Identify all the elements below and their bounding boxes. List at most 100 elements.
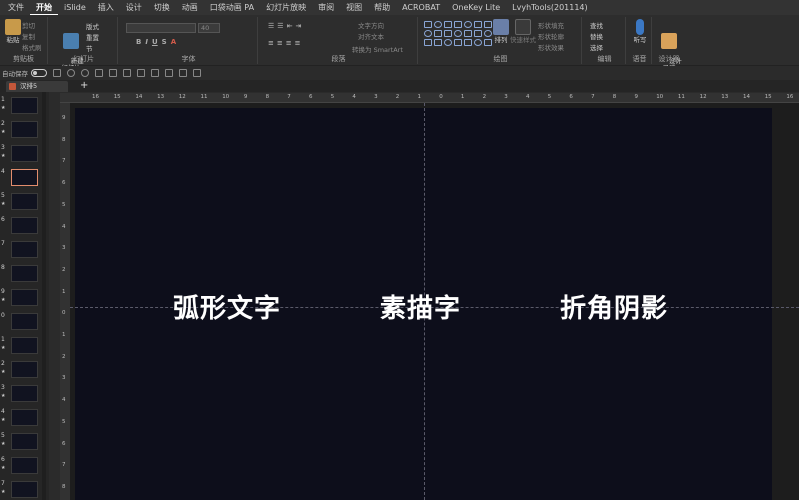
crop-icon[interactable] xyxy=(179,69,187,77)
font-format-row: B I U S A xyxy=(136,38,176,46)
animation-star-icon: ★ xyxy=(1,393,6,399)
replace-button[interactable]: 替换 xyxy=(590,31,603,41)
quick-styles-button[interactable]: 快速样式 xyxy=(510,19,536,44)
menu-tab[interactable]: 插入 xyxy=(92,0,120,15)
slide-thumbnail-image xyxy=(11,337,38,354)
ruler-label: 9 xyxy=(243,94,248,100)
align-left-icon[interactable]: ≡ xyxy=(268,39,274,47)
autosave-toggle[interactable] xyxy=(31,69,47,77)
shape-outline-button[interactable]: 形状轮廓 xyxy=(538,31,564,41)
reset-button[interactable]: 重置 xyxy=(86,32,99,42)
shape-item[interactable] xyxy=(474,30,482,37)
shape-item[interactable] xyxy=(444,39,452,46)
slide-text-folded-shadow[interactable]: 折角阴影 xyxy=(560,288,668,325)
redo-icon[interactable] xyxy=(81,69,89,77)
shape-item[interactable] xyxy=(454,30,462,37)
shape-item[interactable] xyxy=(454,21,462,28)
dictate-button[interactable]: 听写 xyxy=(627,19,653,44)
shape-item[interactable] xyxy=(464,39,472,46)
shape-effects-button[interactable]: 形状效果 xyxy=(538,42,564,52)
menu-tab[interactable]: 开始 xyxy=(30,1,58,15)
justify-icon[interactable]: ≡ xyxy=(295,39,301,47)
slide-text-sketch[interactable]: 素描字 xyxy=(380,288,461,325)
undo-icon[interactable] xyxy=(67,69,75,77)
slide-thumbnail-image xyxy=(11,145,38,162)
shape-item[interactable] xyxy=(474,21,482,28)
align-right-icon[interactable]: ≡ xyxy=(286,39,292,47)
menu-tab[interactable]: ACROBAT xyxy=(396,0,446,15)
save-icon[interactable] xyxy=(53,69,61,77)
menu-tab[interactable]: 口袋动画 PA xyxy=(204,0,260,15)
font-name-input[interactable] xyxy=(126,23,196,33)
menu-tab[interactable]: 动画 xyxy=(176,0,204,15)
menu-tab[interactable]: 审阅 xyxy=(312,0,340,15)
shape-item[interactable] xyxy=(434,21,442,28)
select-button[interactable]: 选择 xyxy=(590,42,603,52)
distribute-icon[interactable] xyxy=(165,69,173,77)
underline-button[interactable]: U xyxy=(152,38,158,46)
shape-fill-button[interactable]: 形状填充 xyxy=(538,20,564,30)
menu-tab[interactable]: LvyhTools(201114) xyxy=(506,0,593,15)
font-color-button[interactable]: A xyxy=(171,38,176,46)
menu-tab[interactable]: 帮助 xyxy=(368,0,396,15)
shape-item[interactable] xyxy=(424,21,432,28)
ruler-label: 8 xyxy=(62,136,66,143)
start-slideshow-icon[interactable] xyxy=(95,69,103,77)
customize-qat-icon[interactable] xyxy=(193,69,201,77)
text-direction-button[interactable]: 文字方向 xyxy=(358,20,384,30)
ruler-label: 4 xyxy=(526,94,530,100)
menu-tab[interactable]: iSlide xyxy=(58,0,92,15)
align-center-icon[interactable]: ≡ xyxy=(277,39,283,47)
shape-item[interactable] xyxy=(454,39,462,46)
decrease-indent-icon[interactable]: ⇤ xyxy=(287,22,293,30)
layout-button[interactable]: 版式 xyxy=(86,21,99,31)
shape-item[interactable] xyxy=(444,21,452,28)
increase-indent-icon[interactable]: ⇥ xyxy=(295,22,301,30)
shape-item[interactable] xyxy=(444,30,452,37)
copy-button[interactable]: 复制 xyxy=(22,31,35,41)
ruler-label: 14 xyxy=(135,94,143,100)
bullets-icon[interactable]: ☰ xyxy=(268,22,274,30)
align-text-button[interactable]: 对齐文本 xyxy=(358,31,384,41)
paragraph-group-title: 段落 xyxy=(331,55,346,63)
find-button[interactable]: 查找 xyxy=(590,20,603,30)
smartart-button[interactable]: 转换为 SmartArt xyxy=(352,44,403,54)
menu-tab[interactable]: 设计 xyxy=(120,0,148,15)
align-row: ≡ ≡ ≡ ≡ xyxy=(268,39,301,47)
shape-item[interactable] xyxy=(434,39,442,46)
shape-item[interactable] xyxy=(464,30,472,37)
ruler-label: 4 xyxy=(62,397,66,404)
shape-item[interactable] xyxy=(474,39,482,46)
slide-text-curved[interactable]: 弧形文字 xyxy=(173,288,281,325)
editing-group-title: 编辑 xyxy=(597,55,612,63)
format-painter-button[interactable]: 格式刷 xyxy=(22,42,42,52)
menu-tab[interactable]: OneKey Lite xyxy=(446,0,506,15)
shape-item[interactable] xyxy=(434,30,442,37)
autosave-control[interactable]: 自动保存 xyxy=(2,68,47,78)
shape-item[interactable] xyxy=(424,39,432,46)
menu-tab[interactable]: 视图 xyxy=(340,0,368,15)
menu-tab[interactable]: 切换 xyxy=(148,0,176,15)
slide-number: 6 xyxy=(1,216,5,223)
shadow-button[interactable]: S xyxy=(162,38,167,46)
thumbnail-scrollbar[interactable] xyxy=(42,92,46,500)
font-size-input[interactable]: 40 xyxy=(198,23,220,33)
shapes-gallery[interactable] xyxy=(424,21,492,46)
menu-tab[interactable]: 幻灯片放映 xyxy=(260,0,312,15)
menu-tab[interactable]: 文件 xyxy=(2,0,30,15)
animation-star-icon: ★ xyxy=(1,465,6,471)
italic-button[interactable]: I xyxy=(145,38,148,46)
insert-shape-icon[interactable] xyxy=(151,69,159,77)
group-icon[interactable] xyxy=(123,69,131,77)
shape-item[interactable] xyxy=(424,30,432,37)
document-tab[interactable]: 汉排5 xyxy=(6,81,68,92)
new-tab-button[interactable]: + xyxy=(80,80,88,92)
shape-item[interactable] xyxy=(464,21,472,28)
align-objects-icon[interactable] xyxy=(109,69,117,77)
slide-thumbnail-image xyxy=(11,193,38,210)
bold-button[interactable]: B xyxy=(136,38,141,46)
numbering-icon[interactable]: ☰ xyxy=(277,22,283,30)
cut-button[interactable]: 剪切 xyxy=(22,20,35,30)
section-button[interactable]: 节 xyxy=(86,43,93,53)
insert-image-icon[interactable] xyxy=(137,69,145,77)
